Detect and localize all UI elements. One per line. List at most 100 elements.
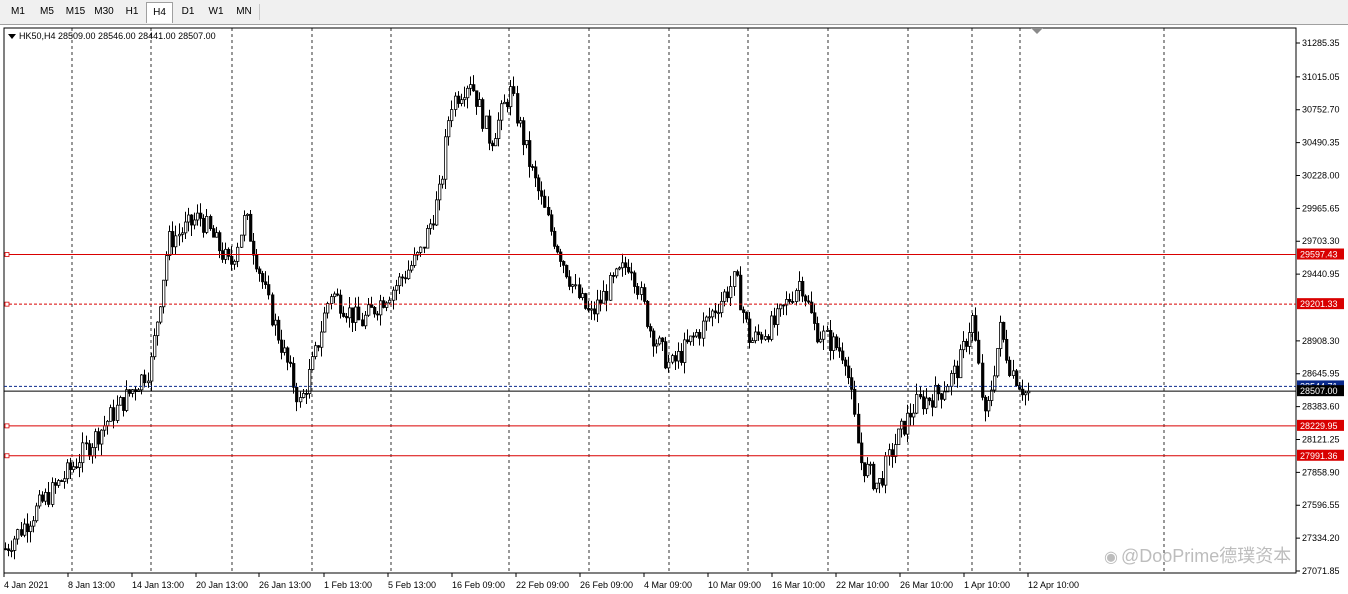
candle-body [909,412,913,418]
candle-body [218,232,222,252]
candle-body [348,307,352,319]
candle-body [596,299,600,315]
candle-body [78,462,82,468]
candle-body [733,271,737,287]
watermark: ◉ @DooPrime德璞资本 [1104,542,1291,568]
candle-body [66,462,70,480]
level-price-label: 27991.36 [1300,451,1338,461]
candle-body [757,331,761,336]
candle-body [646,300,650,327]
candle-body [649,326,653,332]
candle-body [361,319,365,327]
candle-body [190,214,194,226]
candle-body [54,482,58,486]
candle-body [199,212,203,219]
candle-body [590,308,594,311]
candle-body [497,119,501,139]
candle-body [819,338,823,343]
weibo-icon: ◉ [1104,549,1118,566]
candle-body [357,306,361,321]
tf-m1-button[interactable]: M1 [4,2,32,21]
price-axis-label: 28383.60 [1302,402,1340,412]
candle-body [788,299,792,302]
candle-body [506,101,510,108]
candle-body [255,254,259,270]
candle-body [494,138,498,147]
candle-body [57,480,61,486]
candle-body [863,462,867,477]
candle-body [44,492,48,502]
candle-body [705,316,709,322]
price-axis-label: 29703.30 [1302,236,1340,246]
candle-body [996,348,1000,377]
candle-body [838,347,842,352]
candle-body [748,318,752,343]
candle-body [993,375,997,391]
tf-mn-button[interactable]: MN [230,2,258,21]
candle-body [317,345,321,348]
candle-body [271,294,275,326]
level-handle[interactable] [4,252,10,257]
candle-body [587,307,591,311]
candle-body [903,420,907,435]
candle-body [302,392,306,398]
candle-body [221,250,225,260]
candle-body [441,178,445,185]
tf-h4-button[interactable]: H4 [146,2,173,23]
tf-m15-button[interactable]: M15 [61,2,90,21]
candle-body [832,336,836,351]
candle-body [742,309,746,313]
tf-h1-button[interactable]: H1 [118,2,146,21]
tf-m5-button[interactable]: M5 [33,2,61,21]
candle-body [264,281,268,285]
candle-body [75,466,79,469]
level-handle[interactable] [4,423,10,429]
price-chart[interactable]: 31285.35 31015.05 30752.70 30490.35 30228.00… [0,25,1348,594]
candle-body [531,166,535,168]
candle-body [26,523,30,533]
candle-body [661,337,665,343]
level-price-label: 28229.95 [1300,421,1338,431]
candle-body [826,330,830,332]
time-axis-label: 8 Jan 13:00 [68,580,115,590]
candle-body [215,232,219,238]
tf-w1-button[interactable]: W1 [202,2,230,21]
candle-body [1005,339,1009,361]
symbol-ohlc-text: HK50,H4 28509.00 28546.00 28441.00 28507… [19,31,216,41]
candle-body [419,246,423,253]
candle-body [184,221,188,234]
candle-body [578,284,582,299]
candle-body [106,420,110,427]
candle-body [7,548,11,551]
candle-body [91,447,95,457]
candle-body [122,397,126,411]
candle-body [550,214,554,232]
candle-body [878,478,882,484]
time-axis-label: 22 Feb 09:00 [516,580,569,590]
candle-body [977,339,981,364]
candle-body [314,345,318,357]
price-axis-label: 27858.90 [1302,467,1340,477]
candle-body [925,397,929,410]
candle-body [537,177,541,192]
time-axis-label: 26 Feb 09:00 [580,580,633,590]
level-handle[interactable] [4,301,10,307]
candle-body [956,365,960,379]
candle-body [565,264,569,278]
candle-body [469,84,473,89]
candle-body [906,412,910,435]
candle-body [698,332,702,339]
candle-body [680,350,684,363]
tf-m30-button[interactable]: M30 [90,2,118,21]
candle-body [860,442,864,464]
candle-body [714,310,718,314]
candle-body [174,235,178,248]
candle-body [571,284,575,287]
candle-body [274,319,278,326]
level-handle[interactable] [4,453,10,459]
tf-d1-button[interactable]: D1 [174,2,202,21]
candle-body [640,287,644,295]
price-axis-label: 30490.35 [1302,138,1340,148]
level-price-label: 29597.43 [1300,250,1338,260]
dropdown-triangle-icon[interactable] [8,34,16,40]
